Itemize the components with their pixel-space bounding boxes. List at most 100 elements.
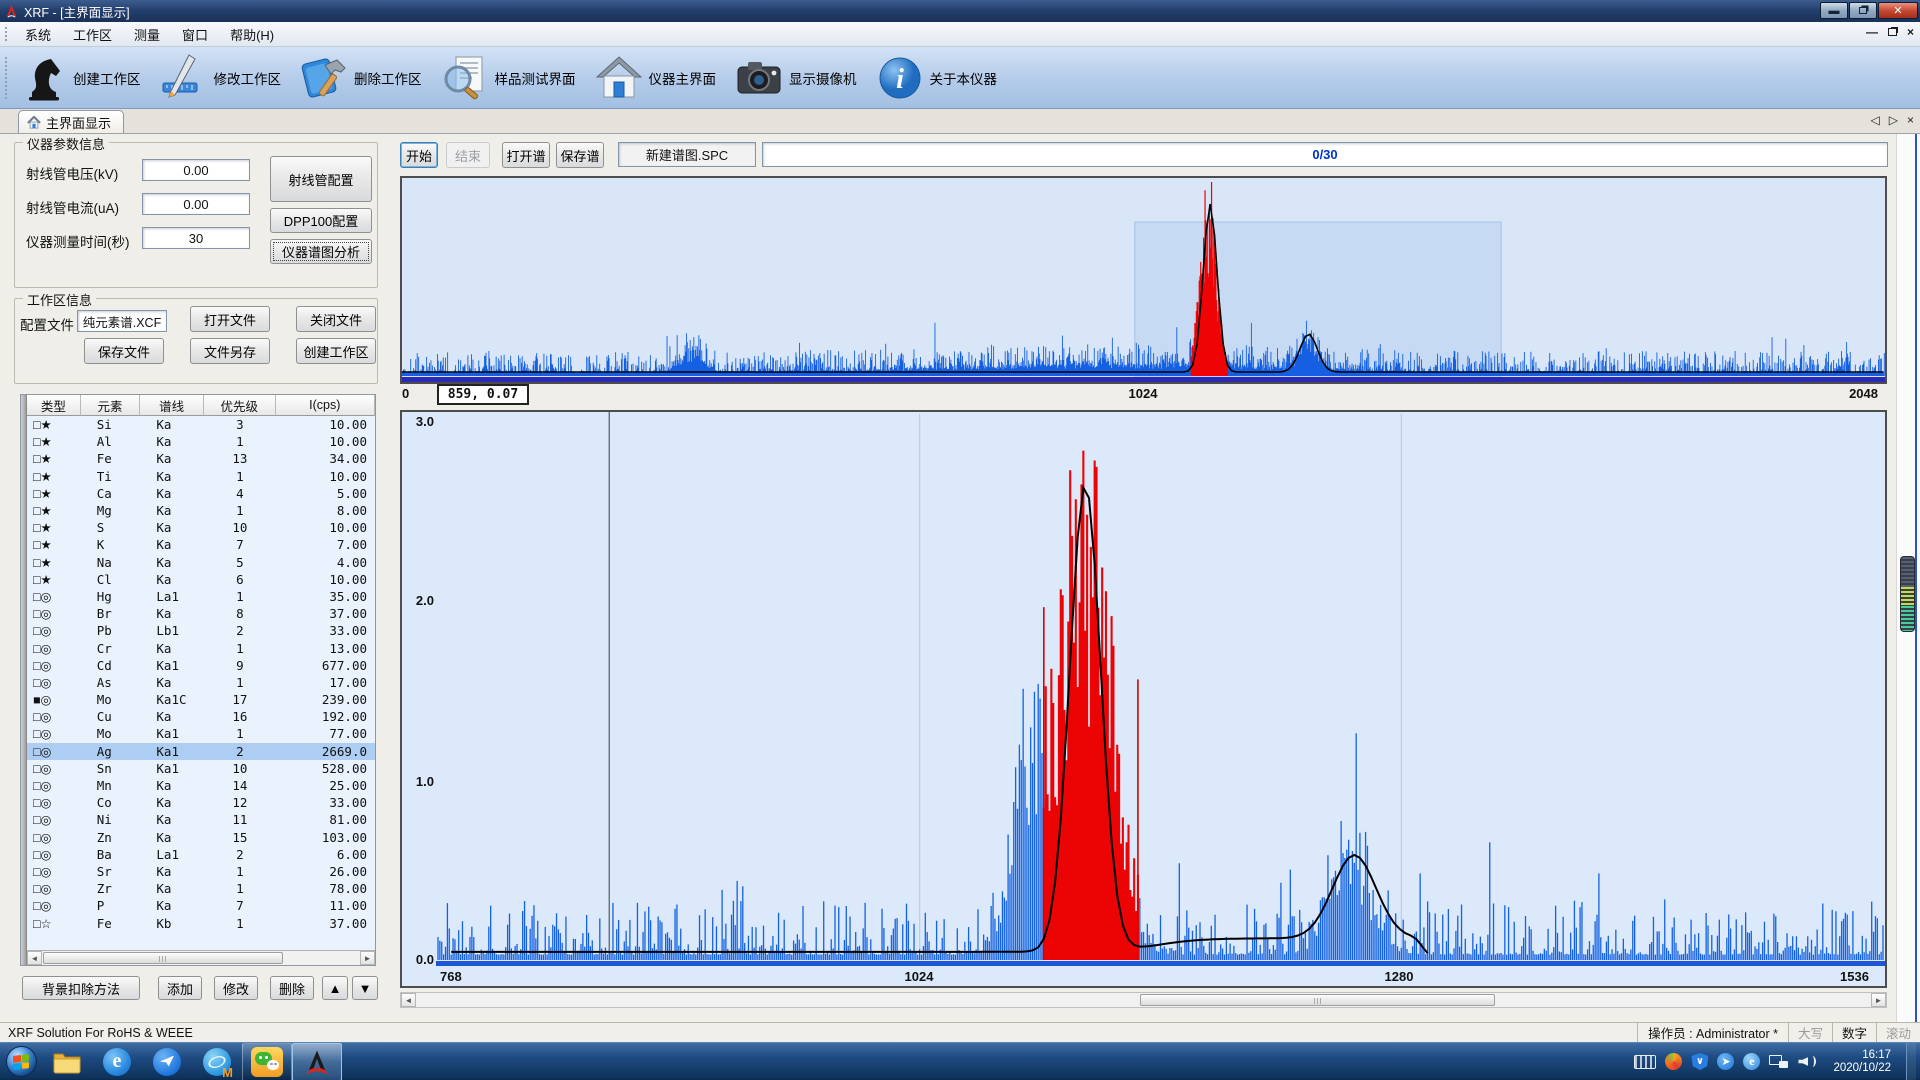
table-row-zn-24[interactable]: □◎ZnKa15103.00 xyxy=(27,829,375,846)
chart-scroll-thumb[interactable] xyxy=(1140,994,1495,1006)
table-row-cr-13[interactable]: □◎CrKa113.00 xyxy=(27,639,375,656)
column-header-1[interactable]: 元素 xyxy=(81,395,141,416)
toolbar-button-0[interactable]: 创建工作区 xyxy=(14,49,149,107)
toolbar-button-4[interactable]: 仪器主界面 xyxy=(590,49,725,107)
open-spectrum-button[interactable]: 打开谱 xyxy=(502,142,550,168)
volume-tray-icon[interactable] xyxy=(1798,1053,1818,1070)
table-row-cd-14[interactable]: □◎CdKa19677.00 xyxy=(27,657,375,674)
right-scroll-thumb[interactable] xyxy=(1900,556,1915,632)
menu-item-4[interactable]: 帮助(H) xyxy=(219,22,285,47)
menu-item-0[interactable]: 系统 xyxy=(14,22,62,47)
table-row-mo-16[interactable]: ■◎MoKa1C17239.00 xyxy=(27,691,375,708)
table-row-pb-12[interactable]: □◎PbLb1233.00 xyxy=(27,622,375,639)
dpp100-config-button[interactable]: DPP100配置 xyxy=(270,208,372,233)
taskbar-dingtalk-button[interactable] xyxy=(142,1043,192,1080)
delete-button[interactable]: 删除 xyxy=(270,976,314,1000)
table-row-mg-5[interactable]: □★MgKa18.00 xyxy=(27,502,375,519)
toolbar-button-1[interactable]: 修改工作区 xyxy=(155,49,290,107)
zoomed-spectrum-chart[interactable]: 3.02.01.00.0768102412801536 xyxy=(400,410,1887,988)
close-button[interactable]: ✕ xyxy=(1878,2,1918,19)
table-row-ca-4[interactable]: □★CaKa45.00 xyxy=(27,485,375,502)
tube-config-button[interactable]: 射线管配置 xyxy=(270,156,372,202)
column-header-0[interactable]: 类型 xyxy=(27,395,81,416)
modify-button[interactable]: 修改 xyxy=(214,976,258,1000)
table-row-br-11[interactable]: □◎BrKa837.00 xyxy=(27,605,375,622)
table-row-fe-29[interactable]: □☆FeKb137.00 xyxy=(27,914,375,931)
measure-time-field[interactable]: 30 xyxy=(142,227,250,249)
table-row-p-28[interactable]: □◎PKa711.00 xyxy=(27,897,375,914)
table-row-mn-21[interactable]: □◎MnKa1425.00 xyxy=(27,777,375,794)
tab-close-icon[interactable]: × xyxy=(1907,113,1914,127)
table-row-co-22[interactable]: □◎CoKa1233.00 xyxy=(27,794,375,811)
chart-scroll-left-icon[interactable]: ◄ xyxy=(401,993,416,1007)
column-header-3[interactable]: 优先级 xyxy=(204,395,276,416)
chart-horizontal-scrollbar[interactable]: ◄ ► xyxy=(400,992,1887,1008)
table-row-hg-10[interactable]: □◎HgLa1135.00 xyxy=(27,588,375,605)
mdi-restore-button[interactable] xyxy=(1888,28,1897,36)
minimize-button[interactable]: ▬ xyxy=(1820,2,1848,19)
toolbar-button-3[interactable]: 样品测试界面 xyxy=(436,49,584,107)
move-down-button[interactable]: ▼ xyxy=(352,976,378,1000)
table-row-as-15[interactable]: □◎AsKa117.00 xyxy=(27,674,375,691)
menu-item-2[interactable]: 测量 xyxy=(123,22,171,47)
table-row-mo-18[interactable]: □◎MoKa1177.00 xyxy=(27,725,375,742)
table-scroll-thumb[interactable] xyxy=(43,952,283,964)
config-file-field[interactable]: 纯元素谱.XCF xyxy=(77,310,167,332)
overview-spectrum-chart[interactable] xyxy=(400,176,1887,384)
taskbar-explorer-button[interactable] xyxy=(42,1043,92,1080)
table-row-sn-20[interactable]: □◎SnKa110528.00 xyxy=(27,760,375,777)
pc-manager-tray-icon[interactable] xyxy=(1665,1053,1682,1070)
table-row-cu-17[interactable]: □◎CuKa16192.00 xyxy=(27,708,375,725)
column-header-4[interactable]: I(cps) xyxy=(276,395,375,416)
tube-current-field[interactable]: 0.00 xyxy=(142,193,250,215)
table-row-cl-9[interactable]: □★ClKa610.00 xyxy=(27,571,375,588)
start-button[interactable] xyxy=(0,1043,42,1080)
table-row-ba-25[interactable]: □◎BaLa126.00 xyxy=(27,846,375,863)
create-workspace-button[interactable]: 创建工作区 xyxy=(296,338,376,364)
tube-voltage-field[interactable]: 0.00 xyxy=(142,159,250,181)
column-header-2[interactable]: 谱线 xyxy=(140,395,204,416)
right-scrollbar[interactable] xyxy=(1896,134,1920,1022)
browser-tray-icon[interactable]: ➤ xyxy=(1717,1053,1734,1070)
show-desktop-button[interactable] xyxy=(1906,1043,1916,1080)
table-row-k-7[interactable]: □★KKa77.00 xyxy=(27,536,375,553)
shield-tray-icon[interactable]: ∨ xyxy=(1691,1053,1708,1070)
background-subtract-button[interactable]: 背景扣除方法 xyxy=(22,976,140,1000)
table-row-ti-3[interactable]: □★TiKa110.00 xyxy=(27,468,375,485)
start-button[interactable]: 开始 xyxy=(400,142,438,168)
save-file-button[interactable]: 保存文件 xyxy=(84,338,164,364)
toolbar-button-6[interactable]: i关于本仪器 xyxy=(871,49,1006,107)
add-button[interactable]: 添加 xyxy=(158,976,202,1000)
table-row-s-6[interactable]: □★SKa1010.00 xyxy=(27,519,375,536)
taskbar-xrf-button[interactable] xyxy=(292,1043,342,1080)
table-horizontal-scrollbar[interactable]: ◄ ► xyxy=(27,950,375,965)
table-row-fe-2[interactable]: □★FeKa1334.00 xyxy=(27,450,375,467)
save-as-button[interactable]: 文件另存 xyxy=(190,338,270,364)
table-row-al-1[interactable]: □★AlKa110.00 xyxy=(27,433,375,450)
restore-button[interactable] xyxy=(1849,2,1877,19)
keyboard-tray-icon[interactable] xyxy=(1634,1055,1656,1069)
table-row-si-0[interactable]: □★SiKa310.00 xyxy=(27,416,375,433)
toolbar-button-2[interactable]: 删除工作区 xyxy=(295,49,430,107)
toolbar-button-5[interactable]: 显示摄像机 xyxy=(730,49,865,107)
table-row-sr-26[interactable]: □◎SrKa126.00 xyxy=(27,863,375,880)
menu-item-1[interactable]: 工作区 xyxy=(62,22,123,47)
close-file-button[interactable]: 关闭文件 xyxy=(296,306,376,332)
save-spectrum-button[interactable]: 保存谱 xyxy=(556,142,604,168)
table-row-ni-23[interactable]: □◎NiKa1181.00 xyxy=(27,811,375,828)
menu-item-3[interactable]: 窗口 xyxy=(171,22,219,47)
edge-tray-icon[interactable]: e xyxy=(1743,1053,1760,1070)
spectrum-analysis-button[interactable]: 仪器谱图分析 xyxy=(270,239,372,264)
stop-button[interactable]: 结束 xyxy=(446,142,490,168)
mdi-minimize-button[interactable]: — xyxy=(1866,25,1878,39)
tab-scroll-right-icon[interactable]: ▷ xyxy=(1889,113,1898,127)
open-file-button[interactable]: 打开文件 xyxy=(190,306,270,332)
mdi-close-button[interactable]: × xyxy=(1907,25,1914,39)
move-up-button[interactable]: ▲ xyxy=(322,976,348,1000)
scroll-right-arrow-icon[interactable]: ► xyxy=(360,951,375,965)
scroll-left-arrow-icon[interactable]: ◄ xyxy=(27,951,42,965)
tab-main-view[interactable]: 主界面显示 xyxy=(18,110,124,133)
taskbar-wechat-button[interactable] xyxy=(242,1043,292,1080)
taskbar-clock[interactable]: 16:17 2020/10/22 xyxy=(1827,1049,1897,1075)
spectrum-filename-field[interactable]: 新建谱图.SPC xyxy=(618,142,756,167)
